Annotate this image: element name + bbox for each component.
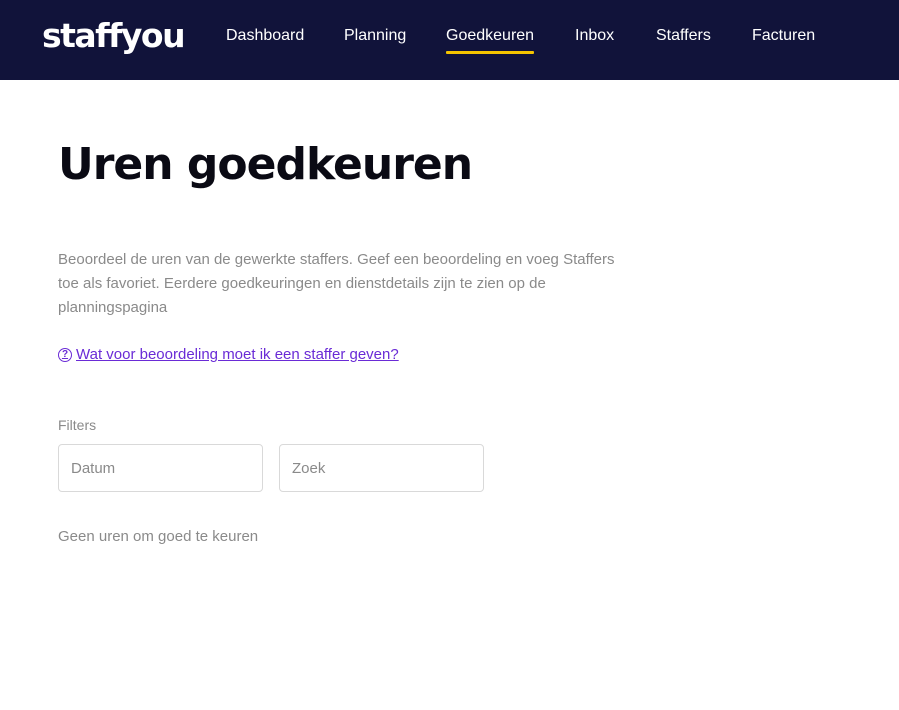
nav-item-goedkeuren[interactable]: Goedkeuren [446, 26, 535, 54]
nav-item-planning[interactable]: Planning [344, 26, 406, 46]
page-description: Beoordeel de uren van de gewerkte staffe… [58, 251, 615, 316]
nav-item-dashboard[interactable]: Dashboard [226, 26, 304, 46]
date-filter-input[interactable] [58, 444, 263, 492]
empty-state-message: Geen uren om goed te keuren [58, 528, 259, 545]
page-title: Uren goedkeuren [58, 139, 473, 190]
nav-item-facturen[interactable]: Facturen [752, 26, 815, 46]
filters-label: Filters [58, 417, 97, 433]
search-filter-input[interactable] [279, 444, 484, 492]
nav-item-inbox[interactable]: Inbox [575, 26, 614, 46]
main-nav: Dashboard Planning Goedkeuren Inbox Staf… [0, 0, 899, 80]
rating-help-link[interactable]: ? Wat voor beoordeling moet ik een staff… [58, 344, 399, 366]
nav-item-staffers[interactable]: Staffers [656, 26, 711, 46]
help-link-label: Wat voor beoordeling moet ik een staffer… [76, 346, 399, 363]
question-circle-icon: ? [58, 348, 72, 362]
top-navbar: staffyou Dashboard Planning Goedkeuren I… [0, 0, 899, 80]
